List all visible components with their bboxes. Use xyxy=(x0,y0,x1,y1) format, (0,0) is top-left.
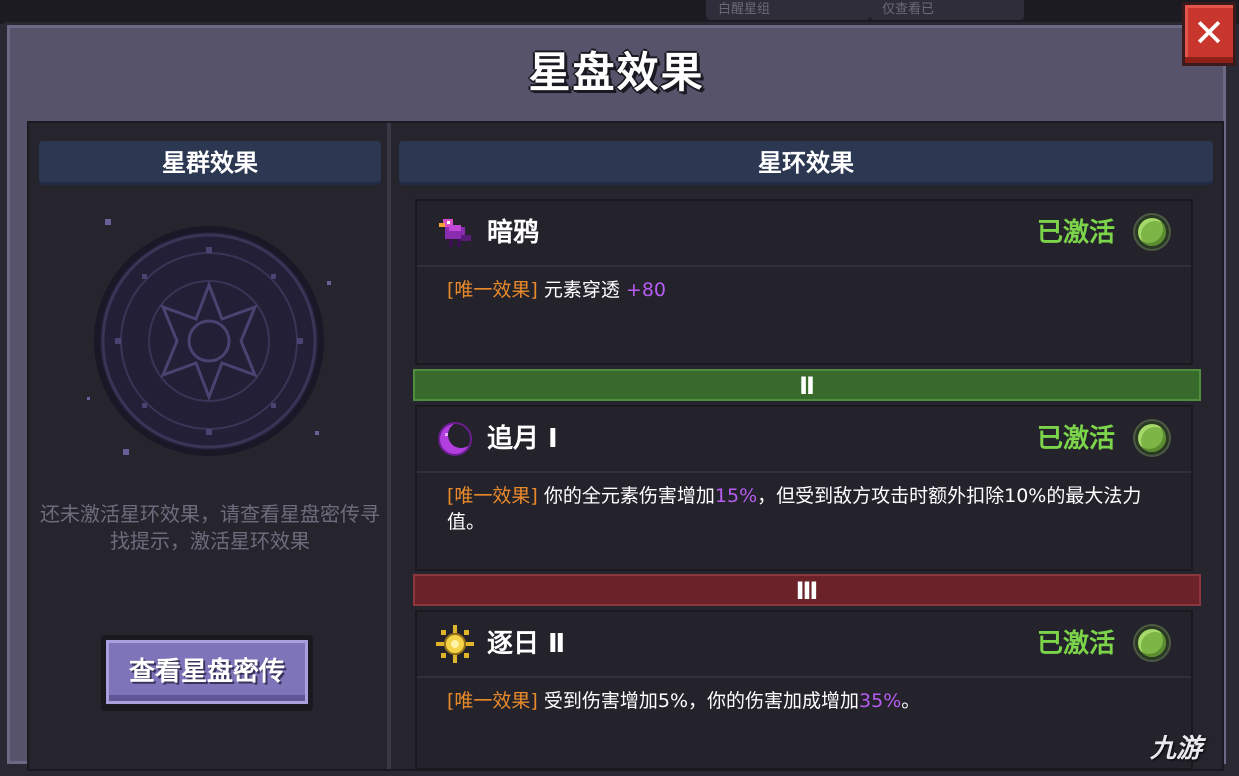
panel-title: 星盘效果 xyxy=(528,48,705,97)
background-strip: 白醒星组 仅查看已 xyxy=(0,0,1239,24)
hint-text: 还未激活星环效果，请查看星盘密传寻找提示，激活星环效果 xyxy=(40,502,380,553)
tier-divider-ii: Ⅱ xyxy=(413,369,1201,401)
unique-effect-tag: [唯一效果] xyxy=(447,279,538,301)
effect-value: 35% xyxy=(859,690,902,712)
effect-text: 元素穿透 xyxy=(543,279,626,301)
card-header: 追月 Ⅰ 已激活 xyxy=(417,407,1191,473)
crow-icon xyxy=(439,219,471,247)
effect-name: 暗鸦 xyxy=(487,218,540,248)
unique-effect-tag: [唯一效果] xyxy=(447,485,538,507)
column-divider xyxy=(387,123,391,769)
effect-name: 逐日 Ⅱ xyxy=(487,629,566,659)
effect-value: 15% xyxy=(714,485,758,507)
effect-description: [唯一效果] 你的全元素伤害增加15%，但受到敌方攻击时额外扣除10%的最大法力… xyxy=(447,483,1171,535)
ring-effect-card: 逐日 Ⅱ 已激活 [唯一效果] 受到伤害增加5%，你的伤害加成增加35%。 xyxy=(415,610,1193,770)
astrolabe-disc-icon xyxy=(87,219,331,456)
background-tab: 仅查看已 xyxy=(870,0,1024,20)
activated-status: 已激活 xyxy=(1036,424,1115,454)
card-header: 暗鸦 已激活 xyxy=(417,201,1191,267)
unique-effect-tag: [唯一效果] xyxy=(447,690,538,712)
effect-description: [唯一效果] 受到伤害增加5%，你的伤害加成增加35%。 xyxy=(447,688,1171,714)
tier-divider-iii: Ⅲ xyxy=(413,574,1201,606)
card-header: 逐日 Ⅱ 已激活 xyxy=(417,612,1191,678)
activated-status: 已激活 xyxy=(1036,218,1115,248)
crescent-moon-icon xyxy=(438,422,474,456)
activated-status: 已激活 xyxy=(1036,629,1115,659)
sun-icon xyxy=(436,625,474,663)
constellation-effect-header: 星群效果 xyxy=(39,141,381,185)
effect-description: [唯一效果] 元素穿透 +80 xyxy=(447,277,1171,303)
activated-indicator-icon xyxy=(1135,626,1169,660)
effect-text: 你的全元素伤害增加 xyxy=(543,485,715,507)
view-star-chart-secret-button[interactable]: 查看星盘密传 xyxy=(101,635,313,711)
background-tab: 白醒星组 xyxy=(706,0,870,20)
close-icon: ✕ xyxy=(1193,11,1225,55)
activated-indicator-icon xyxy=(1135,215,1169,249)
watermark-logo: 九游 xyxy=(1150,734,1203,764)
star-ring-effect-header: 星环效果 xyxy=(399,141,1213,185)
effect-value: +80 xyxy=(625,279,667,301)
view-star-chart-secret-label: 查看星盘密传 xyxy=(106,640,308,704)
activated-indicator-icon xyxy=(1135,421,1169,455)
effect-text: 受到伤害增加5%，你的伤害加成增加 xyxy=(543,690,860,712)
panel-content: 星群效果 还未激活星环效果，请查看星盘密传寻找提示，激活星环效果 查看星盘密传 … xyxy=(27,121,1224,771)
ring-effect-card: 追月 Ⅰ 已激活 [唯一效果] 你的全元素伤害增加15%，但受到敌方攻击时额外扣… xyxy=(415,405,1193,571)
close-button[interactable]: ✕ xyxy=(1182,2,1236,66)
star-chart-panel: 星盘效果 星群效果 还未激活星环效果，请查看星盘密传寻找提示，激活星环效果 查看… xyxy=(4,22,1229,771)
effect-name: 追月 Ⅰ xyxy=(487,424,558,454)
ring-effect-card: 暗鸦 已激活 [唯一效果] 元素穿透 +80 xyxy=(415,199,1193,365)
effect-tail: 。 xyxy=(901,690,921,712)
